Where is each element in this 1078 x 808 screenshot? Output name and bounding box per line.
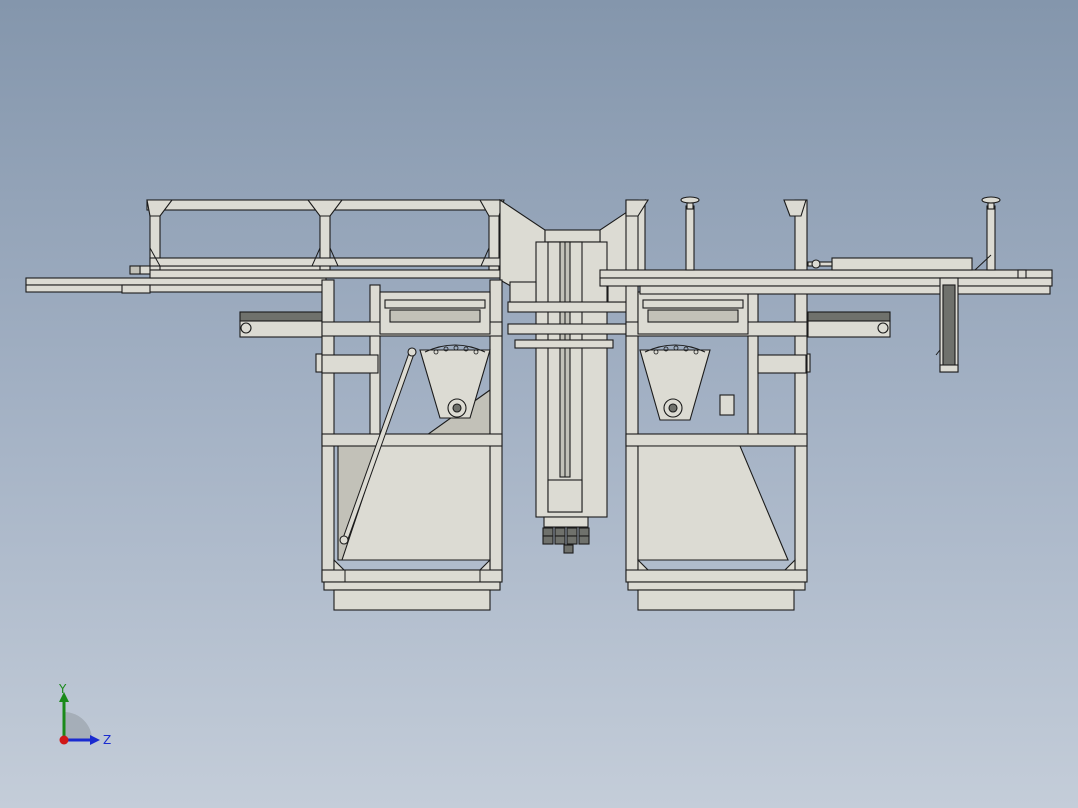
z-axis-label: Z bbox=[103, 733, 111, 747]
triad-shading bbox=[64, 712, 92, 740]
cad-viewport[interactable]: .e { stroke:#1b1b1b; stroke-width:1.1; f… bbox=[0, 0, 1078, 808]
x-axis-dot bbox=[59, 735, 69, 745]
nozzle-cluster bbox=[542, 516, 590, 554]
cad-model-front-view[interactable]: .e { stroke:#1b1b1b; stroke-width:1.1; f… bbox=[0, 0, 1078, 808]
orientation-triad: Y Z bbox=[58, 684, 111, 747]
y-axis-label: Y bbox=[58, 684, 67, 696]
central-hopper-column bbox=[499, 198, 646, 518]
left-machine-frame bbox=[239, 279, 503, 611]
left-upper-gantry bbox=[146, 199, 505, 279]
z-axis-arrow bbox=[90, 735, 100, 745]
